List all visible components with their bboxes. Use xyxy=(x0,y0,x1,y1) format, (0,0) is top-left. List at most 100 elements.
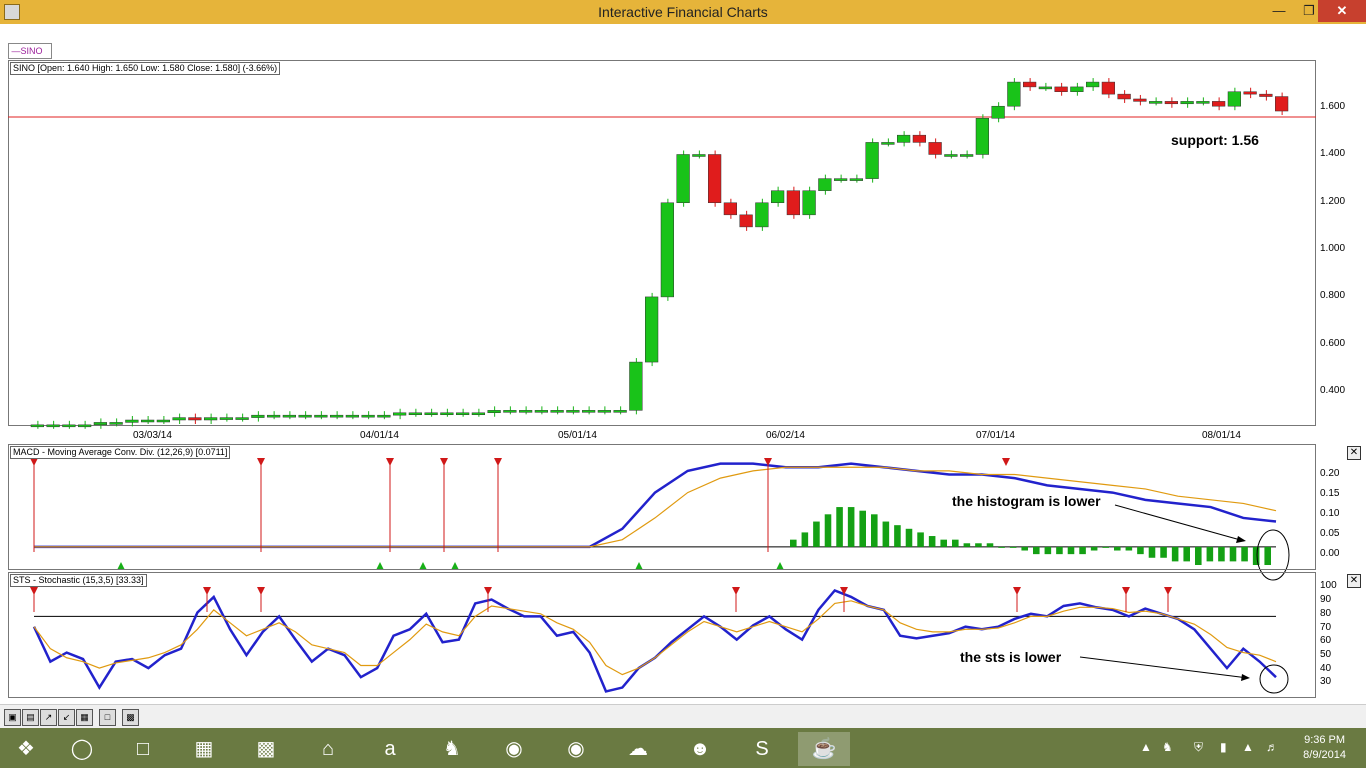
price-candle xyxy=(156,419,170,423)
network-icon[interactable]: ▲ xyxy=(1242,740,1254,754)
price-candle xyxy=(345,414,359,418)
price-candle xyxy=(440,412,454,416)
amazon-icon[interactable]: a xyxy=(364,732,416,766)
macd-ytick: 0.20 xyxy=(1320,468,1340,479)
save-icon[interactable]: ▤ xyxy=(22,709,39,726)
price-candle xyxy=(849,178,863,181)
java-icon[interactable]: ☕ xyxy=(798,732,850,766)
price-candle xyxy=(456,412,470,416)
tray-app-icon[interactable]: ♞ xyxy=(1162,740,1173,754)
price-candle xyxy=(519,410,533,413)
macd-panel[interactable] xyxy=(8,444,1316,570)
notes-icon[interactable]: ▩ xyxy=(240,732,292,766)
sts-annotation: the sts is lower xyxy=(960,649,1062,665)
price-candle xyxy=(141,419,155,423)
price-candle xyxy=(424,412,438,416)
sts-panel[interactable] xyxy=(8,572,1316,698)
sts-ytick: 90 xyxy=(1320,594,1332,605)
price-candle xyxy=(755,202,769,228)
price-ytick: 0.400 xyxy=(1320,385,1346,396)
macd-ytick: 0.05 xyxy=(1320,528,1340,539)
store-icon[interactable]: ▦ xyxy=(178,732,230,766)
price-candle xyxy=(1243,91,1257,95)
price-candle xyxy=(1180,101,1194,105)
firefox-icon[interactable]: ◉ xyxy=(550,732,602,766)
price-candle xyxy=(361,414,375,418)
price-candle xyxy=(771,190,785,204)
price-ytick: 1.600 xyxy=(1320,101,1346,112)
print-icon[interactable]: ▩ xyxy=(122,709,139,726)
price-candle xyxy=(314,414,328,418)
volume-icon[interactable]: ♬ xyxy=(1266,740,1278,754)
chart-toolbar: ▣ ▤ ↗ ↙ ▦ □ ▩ xyxy=(0,704,1366,729)
price-candle xyxy=(1149,101,1163,104)
price-candle xyxy=(786,190,800,216)
fullscreen-icon[interactable]: □ xyxy=(99,709,116,726)
price-candle xyxy=(330,414,344,418)
file-explorer-icon[interactable]: □ xyxy=(117,732,169,766)
price-candle xyxy=(62,424,76,428)
price-candle xyxy=(1196,101,1210,104)
price-candle xyxy=(550,410,564,413)
tray-expand-icon[interactable]: ▲ xyxy=(1140,740,1152,754)
price-candle xyxy=(282,414,296,418)
chrome-icon[interactable]: ◉ xyxy=(488,732,540,766)
price-candle xyxy=(78,424,92,428)
price-candle xyxy=(912,134,926,143)
price-candle xyxy=(30,424,44,428)
price-candle xyxy=(1086,81,1100,88)
internet-explorer-icon[interactable]: ◯ xyxy=(56,732,108,766)
price-candle xyxy=(960,154,974,157)
price-ytick: 1.200 xyxy=(1320,196,1346,207)
price-candle xyxy=(1259,93,1273,97)
price-candle xyxy=(1007,81,1021,107)
price-candle xyxy=(645,296,659,363)
price-candle xyxy=(897,134,911,143)
yahoo-messenger-icon[interactable]: ☻ xyxy=(674,732,726,766)
price-candle xyxy=(1117,93,1131,100)
clock[interactable]: 9:36 PM 8/9/2014 xyxy=(1303,733,1346,763)
price-candle xyxy=(881,142,895,145)
price-candle xyxy=(1038,86,1052,90)
sts-close-icon[interactable]: ✕ xyxy=(1347,574,1361,588)
price-candle xyxy=(597,410,611,413)
price-candle xyxy=(1212,101,1226,107)
date-xtick: 07/01/14 xyxy=(976,430,1015,441)
macd-ytick: 0.15 xyxy=(1320,488,1340,499)
home-icon[interactable]: ⌂ xyxy=(302,732,354,766)
price-candle xyxy=(818,178,832,191)
sts-ytick: 50 xyxy=(1320,649,1332,660)
price-candle xyxy=(251,414,265,418)
sts-ytick: 100 xyxy=(1320,580,1337,591)
battery-icon[interactable]: ▮ xyxy=(1220,740,1227,754)
price-candle xyxy=(660,202,674,298)
price-candle xyxy=(1023,81,1037,88)
price-candle xyxy=(125,419,139,423)
mascot-icon[interactable]: ♞ xyxy=(426,732,478,766)
start-icon[interactable]: ❖ xyxy=(0,732,52,766)
price-candle xyxy=(377,414,391,418)
price-candle xyxy=(93,422,107,426)
price-candle xyxy=(188,417,202,421)
zoom-out-icon[interactable]: ↙ xyxy=(58,709,75,726)
sts-ytick: 80 xyxy=(1320,608,1332,619)
cloud-icon[interactable]: ☁ xyxy=(612,732,664,766)
price-candle xyxy=(692,154,706,157)
macd-close-icon[interactable]: ✕ xyxy=(1347,446,1361,460)
macd-panel-label: MACD - Moving Average Conv. Div. (12,26,… xyxy=(10,446,231,459)
price-candle xyxy=(534,410,548,413)
sts-ytick: 70 xyxy=(1320,622,1332,633)
zoom-in-icon[interactable]: ↗ xyxy=(40,709,57,726)
price-candle xyxy=(503,410,517,413)
tray-shield-icon[interactable]: ⛨ xyxy=(1194,740,1203,755)
fit-icon[interactable]: ▦ xyxy=(76,709,93,726)
price-ytick: 0.600 xyxy=(1320,338,1346,349)
open-icon[interactable]: ▣ xyxy=(4,709,21,726)
price-ytick: 1.000 xyxy=(1320,243,1346,254)
skype-icon[interactable]: S xyxy=(736,732,788,766)
price-candle xyxy=(1054,86,1068,92)
price-candle xyxy=(109,422,123,425)
price-candle xyxy=(944,154,958,157)
price-candle xyxy=(723,202,737,216)
price-candle xyxy=(865,142,879,179)
